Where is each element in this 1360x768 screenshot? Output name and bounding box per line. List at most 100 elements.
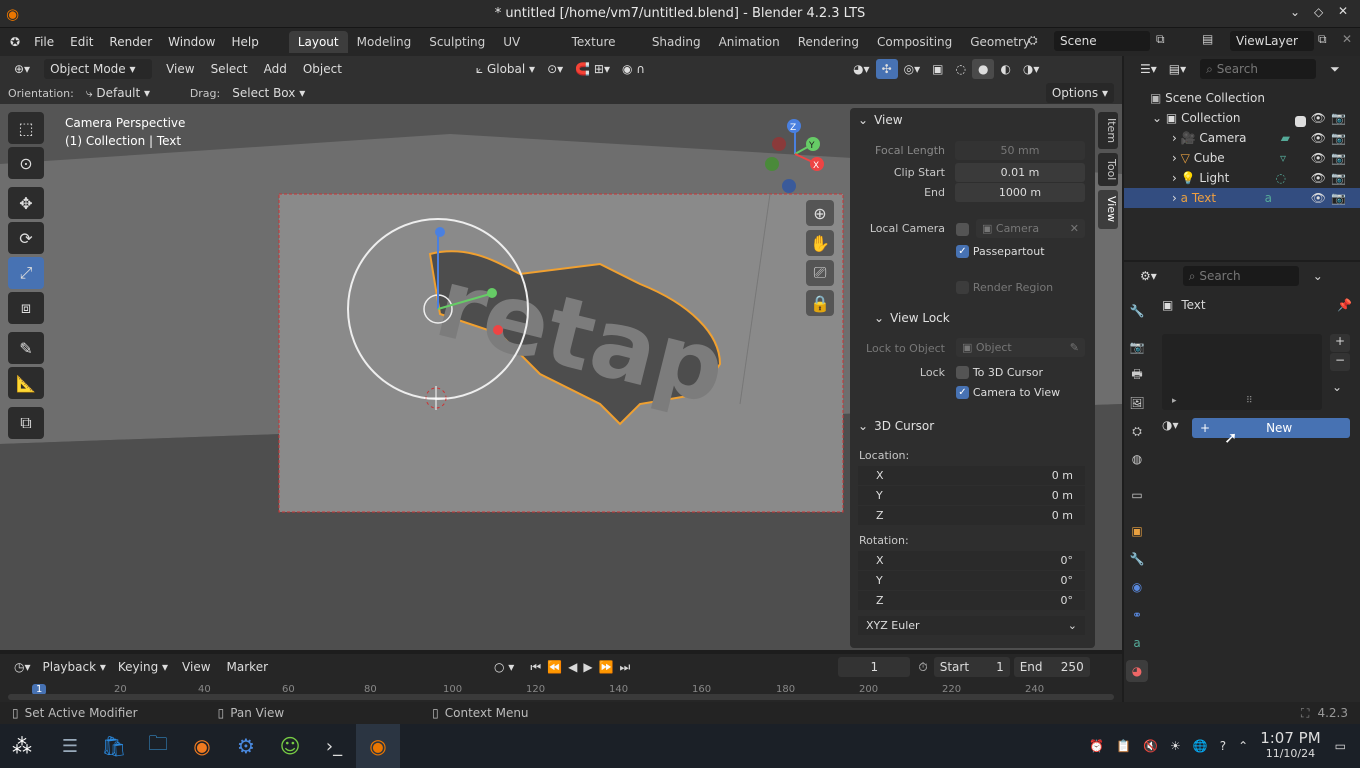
add-slot-button[interactable]: + xyxy=(1330,334,1350,352)
eye-icon[interactable]: 👁 xyxy=(1311,148,1326,168)
menu-object[interactable]: Object xyxy=(295,58,350,80)
clip-start-field[interactable]: 0.01 m xyxy=(955,163,1085,182)
lock-icon[interactable]: 🔒 xyxy=(806,290,834,316)
material-browse[interactable]: ◑▾ xyxy=(1162,418,1179,432)
location-y-field[interactable]: Y 0 m xyxy=(858,486,1085,505)
annotate-icon[interactable]: ✎ xyxy=(8,332,44,364)
tab-modeling[interactable]: Modeling xyxy=(348,31,421,53)
timeline-editor-icon[interactable]: ◷▾ xyxy=(8,657,37,677)
data-tab-icon[interactable]: a xyxy=(1126,632,1148,654)
play-icon[interactable]: ▶ xyxy=(583,660,592,674)
view-layer-field[interactable]: ViewLayer xyxy=(1230,31,1314,51)
tab-animation[interactable]: Animation xyxy=(710,31,789,53)
store-icon[interactable]: 🛍 xyxy=(92,724,136,768)
play-reverse-icon[interactable]: ◀ xyxy=(568,660,577,674)
material-slot-list[interactable]: ▸ ⠿ xyxy=(1162,334,1322,410)
text-data-icon[interactable]: a xyxy=(1265,188,1272,208)
eye-icon[interactable]: 👁 xyxy=(1311,168,1326,188)
camera-render-icon[interactable]: 📷 xyxy=(1331,128,1346,148)
volume-icon[interactable]: 🔇 xyxy=(1143,739,1158,753)
playback-menu[interactable]: Playback ▾ xyxy=(37,657,112,677)
end-frame-field[interactable]: End 250 xyxy=(1013,657,1090,677)
collection-row[interactable]: ⌄ ▣ Collection 👁 📷 xyxy=(1124,108,1360,128)
add-cube-icon[interactable]: ⧉ xyxy=(8,407,44,439)
tab-uv-editing[interactable]: UV Editing xyxy=(494,31,562,53)
render-region-option[interactable]: Render Region xyxy=(956,280,1053,294)
options-dropdown[interactable]: Options ▾ xyxy=(1045,83,1114,103)
modifier-tab-icon[interactable]: 🔧 xyxy=(1126,548,1148,570)
pin-icon[interactable]: 📌 xyxy=(1337,298,1352,312)
passepartout-checkbox[interactable]: ✓ xyxy=(956,245,969,258)
tab-rendering[interactable]: Rendering xyxy=(789,31,868,53)
zoom-icon[interactable]: ⊕ xyxy=(806,200,834,226)
tab-tool[interactable]: Tool xyxy=(1098,153,1118,187)
outliner-item-camera[interactable]: › 🎥 Camera ▰ 👁 📷 xyxy=(1124,128,1360,148)
output-tab-icon[interactable]: 🖶 xyxy=(1126,364,1148,386)
tab-compositing[interactable]: Compositing xyxy=(868,31,961,53)
to-3d-cursor-checkbox[interactable] xyxy=(956,366,969,379)
rotation-mode-dropdown[interactable]: XYZ Euler ⌄ xyxy=(858,616,1085,635)
outliner-item-text[interactable]: › a Text a 👁 📷 xyxy=(1124,188,1360,208)
launcher-icon[interactable]: ⁂ xyxy=(0,724,44,768)
lock-to-object-field[interactable]: ▣ Object ✎ xyxy=(956,338,1085,357)
view-layer-tab-icon[interactable]: 🖼 xyxy=(1126,392,1148,414)
orientation-dropdown[interactable]: ⤷ Default ▾ xyxy=(80,83,176,103)
auto-keying-icon[interactable]: ○ ▾ xyxy=(488,657,520,677)
world-tab-icon[interactable]: ◍ xyxy=(1126,448,1148,470)
menu-file[interactable]: File xyxy=(26,31,62,53)
to-3d-cursor-option[interactable]: To 3D Cursor xyxy=(956,365,1043,379)
outliner-item-light[interactable]: › 💡 Light ◌ 👁 📷 xyxy=(1124,168,1360,188)
timeline-scrollbar[interactable] xyxy=(8,694,1114,700)
transform-orientation-dropdown[interactable]: ⟀ Global ▾ xyxy=(470,59,541,79)
drag-dropdown[interactable]: Select Box ▾ xyxy=(226,83,311,103)
navigation-gizmo[interactable]: Z Y X xyxy=(755,114,835,204)
show-desktop-icon[interactable]: ▭ xyxy=(1335,739,1346,753)
brightness-icon[interactable]: ☀ xyxy=(1170,739,1181,753)
minimize-icon[interactable]: ⌄ xyxy=(1290,5,1300,19)
scene-name-field[interactable]: Scene xyxy=(1054,31,1150,51)
clip-end-field[interactable]: 1000 m xyxy=(955,183,1085,202)
new-material-button[interactable]: + New xyxy=(1192,418,1350,438)
keying-menu[interactable]: Keying ▾ xyxy=(112,657,174,677)
pivot-icon[interactable]: ⊙▾ xyxy=(541,59,569,79)
tab-item[interactable]: Item xyxy=(1098,112,1118,150)
clock[interactable]: 1:07 PM 11/10/24 xyxy=(1260,731,1320,761)
camera-view-icon[interactable]: ⎚ xyxy=(806,260,834,286)
view-lock-header[interactable]: ⌄ View Lock xyxy=(866,306,950,330)
new-scene-icon[interactable]: ⧉ xyxy=(1156,32,1165,47)
android-icon[interactable]: ☺ xyxy=(268,724,312,768)
menu-add[interactable]: Add xyxy=(256,58,295,80)
move-icon[interactable]: ✥ xyxy=(8,187,44,219)
outliner-editor-icon[interactable]: ☰▾ xyxy=(1134,59,1163,79)
current-frame-field[interactable]: 1 xyxy=(838,657,911,677)
tab-sculpting[interactable]: Sculpting xyxy=(420,31,494,53)
maximize-icon[interactable]: ◇ xyxy=(1314,5,1323,19)
marker-menu[interactable]: Marker xyxy=(219,656,276,678)
constraint-tab-icon[interactable]: ⚭ xyxy=(1126,604,1148,626)
jump-keyframe-back-icon[interactable]: ⏪ xyxy=(547,660,562,674)
passepartout-option[interactable]: ✓ Passepartout xyxy=(956,244,1045,258)
terminal-icon[interactable]: ›_ xyxy=(312,724,356,768)
resize-grip-icon[interactable]: ⠿ xyxy=(1246,396,1253,406)
render-tab-icon[interactable]: 📷 xyxy=(1126,336,1148,358)
start-frame-field[interactable]: Start 1 xyxy=(933,657,1010,677)
view-layer-icon[interactable]: ▤ xyxy=(1202,32,1213,46)
select-box-icon[interactable]: ⬚ xyxy=(8,112,44,144)
proportional-edit-icon[interactable]: ◉ ∩ xyxy=(616,59,651,79)
file-manager-icon[interactable]: 🗀 xyxy=(136,724,180,768)
physics-tab-icon[interactable]: ◉ xyxy=(1126,576,1148,598)
local-camera-checkbox[interactable] xyxy=(956,223,969,236)
3d-cursor-header[interactable]: ⌄ 3D Cursor xyxy=(850,414,934,438)
gizmo-toggle-icon[interactable]: ✣ xyxy=(875,59,898,79)
camera-render-icon[interactable]: 📷 xyxy=(1331,188,1346,208)
cursor-tool-icon[interactable]: ⊙ xyxy=(8,147,44,179)
display-mode-icon[interactable]: ▤▾ xyxy=(1163,59,1192,79)
remove-view-layer-icon[interactable]: ✕ xyxy=(1342,32,1352,46)
steam-icon[interactable]: ⚙ xyxy=(224,724,268,768)
rotation-z-field[interactable]: Z 0° xyxy=(858,591,1085,610)
chevron-down-icon[interactable]: ⌄ xyxy=(1332,380,1342,394)
stopwatch-icon[interactable]: ⏱ xyxy=(918,660,927,675)
visibility-icon[interactable]: ◕▾ xyxy=(847,59,876,79)
blender-taskbar-icon[interactable]: ◉ xyxy=(356,724,400,768)
render-region-checkbox[interactable] xyxy=(956,281,969,294)
